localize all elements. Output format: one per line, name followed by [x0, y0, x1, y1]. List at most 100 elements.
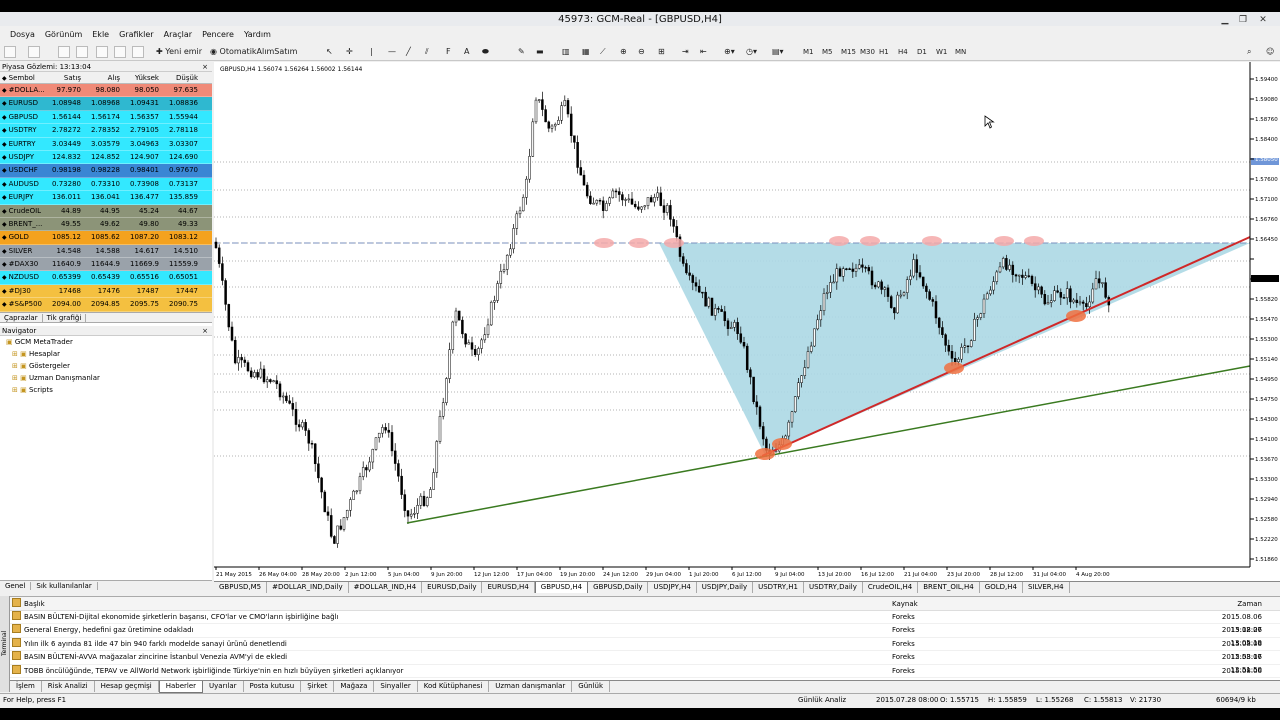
- terminal-tab-2[interactable]: Hesap geçmişi: [95, 681, 159, 692]
- timeframe-h4[interactable]: H4: [898, 46, 908, 58]
- menu-5[interactable]: Pencere: [202, 28, 234, 42]
- maximize-button[interactable]: ❐: [1236, 15, 1250, 25]
- zoom-in-icon[interactable]: ⊕: [620, 45, 627, 59]
- profiles-icon[interactable]: [28, 46, 40, 58]
- minimize-button[interactable]: ▁: [1218, 15, 1232, 25]
- chart-tab-9[interactable]: USDTRY,H1: [753, 582, 804, 593]
- news-col-2[interactable]: Zaman: [1192, 597, 1262, 610]
- templates-icon[interactable]: ▤▾: [772, 45, 784, 59]
- terminal-tab-7[interactable]: Mağaza: [334, 681, 375, 692]
- terminal-tab-11[interactable]: Günlük: [572, 681, 611, 692]
- news-col-1[interactable]: Kaynak: [892, 597, 1192, 610]
- mw-col-3[interactable]: Yüksek: [122, 72, 161, 83]
- market-watch-row[interactable]: SILVER 14.548 14.588 14.617 14.510: [0, 244, 212, 259]
- data-window-icon[interactable]: [76, 46, 88, 58]
- chart-tab-8[interactable]: USDJPY,Daily: [697, 582, 754, 593]
- tile-windows-icon[interactable]: ⊞: [658, 45, 665, 59]
- news-row[interactable]: TOBB öncülüğünde, TEPAV ve AllWorld Netw…: [0, 665, 1280, 688]
- nav-tab-0[interactable]: Genel: [0, 582, 32, 590]
- chart-tab-13[interactable]: GOLD,H4: [980, 582, 1023, 593]
- menu-0[interactable]: Dosya: [10, 28, 35, 42]
- tester-icon[interactable]: [132, 46, 144, 58]
- timeframe-mn[interactable]: MN: [955, 46, 966, 58]
- channel-icon[interactable]: ⫽: [425, 45, 429, 59]
- timeframe-m1[interactable]: M1: [803, 46, 814, 58]
- autoscroll-icon[interactable]: ⇥: [682, 45, 689, 59]
- timeframe-d1[interactable]: D1: [917, 46, 927, 58]
- close-button[interactable]: ✕: [1256, 15, 1270, 25]
- trendline-icon[interactable]: ╱: [406, 45, 411, 59]
- chart-tab-11[interactable]: CrudeOIL,H4: [863, 582, 919, 593]
- chart-shift-icon[interactable]: ⇤: [700, 45, 707, 59]
- market-watch-row[interactable]: NZDUSD 0.65399 0.65439 0.65516 0.65051: [0, 271, 212, 285]
- mw-col-2[interactable]: Alış: [83, 72, 122, 83]
- nav-item-2[interactable]: ⊞ ▣ Göstergeler: [4, 360, 212, 372]
- nav-tab-1[interactable]: Sık kullanılanlar: [31, 582, 98, 590]
- news-col-0[interactable]: Başlık: [12, 597, 892, 610]
- mw-col-1[interactable]: Satış: [44, 72, 83, 83]
- chart-tab-5[interactable]: GBPUSD,H4: [534, 582, 589, 593]
- menu-2[interactable]: Ekle: [92, 28, 109, 42]
- market-watch-row[interactable]: #DAX30 11640.9 11644.9 11669.9 11559.9: [0, 258, 212, 272]
- terminal-icon[interactable]: [114, 46, 126, 58]
- indicators-icon[interactable]: ⊕▾: [724, 45, 735, 59]
- terminal-tab-9[interactable]: Kod Kütüphanesi: [418, 681, 490, 692]
- mw-col-4[interactable]: Düşük: [161, 72, 200, 83]
- chart-tab-1[interactable]: #DOLLAR_IND,Daily: [267, 582, 349, 593]
- mw-tab-0[interactable]: Çaprazlar: [0, 313, 43, 322]
- menu-1[interactable]: Görünüm: [45, 28, 82, 42]
- chart-tab-12[interactable]: BRENT_OIL,H4: [918, 582, 980, 593]
- horizontal-line-icon[interactable]: —: [388, 45, 396, 59]
- market-watch-row[interactable]: EURTRY 3.03449 3.03579 3.04963 3.03307: [0, 137, 212, 151]
- market-watch-row[interactable]: GBPUSD 1.56144 1.56174 1.56357 1.55944: [0, 110, 212, 125]
- market-watch-row[interactable]: EURUSD 1.08948 1.08968 1.09431 1.08836: [0, 97, 212, 111]
- pencil-icon[interactable]: ✎: [518, 45, 525, 59]
- timeframe-m30[interactable]: M30: [860, 46, 875, 58]
- market-watch-row[interactable]: USDCHF 0.98198 0.98228 0.98401 0.97670: [0, 164, 212, 178]
- terminal-tab-10[interactable]: Uzman danışmanlar: [489, 681, 573, 692]
- market-watch-row[interactable]: USDTRY 2.78272 2.78352 2.79105 2.78118: [0, 124, 212, 138]
- mw-tab-1[interactable]: Tik grafiği: [42, 313, 87, 322]
- market-watch-row[interactable]: #S&P500 2094.00 2094.85 2095.75 2090.75: [0, 298, 212, 312]
- fibonacci-icon[interactable]: F: [446, 45, 451, 59]
- candle-chart-icon[interactable]: ▦: [582, 45, 590, 59]
- crosshair-icon[interactable]: ✛: [346, 45, 353, 59]
- close-icon[interactable]: ×: [202, 326, 208, 336]
- chart-window[interactable]: GBPUSD,H4 1.56074 1.56264 1.56002 1.5614…: [214, 62, 1280, 582]
- chart-tab-7[interactable]: USDJPY,H4: [648, 582, 697, 593]
- terminal-tab-4[interactable]: Uyarılar: [203, 681, 244, 692]
- news-row[interactable]: Yılın ilk 6 ayında 81 ilde 47 bin 940 fa…: [0, 638, 1280, 661]
- mw-col-0[interactable]: Sembol: [0, 72, 44, 83]
- timeframe-m15[interactable]: M15: [841, 46, 856, 58]
- market-watch-row[interactable]: BRENT_... 49.55 49.62 49.80 49.33: [0, 217, 212, 232]
- market-watch-row[interactable]: USDJPY 124.832 124.852 124.907 124.690: [0, 150, 212, 165]
- news-row[interactable]: BASIN BÜLTENİ-Dijital ekonomide şirketle…: [0, 611, 1280, 634]
- price-chart[interactable]: GBPUSD,H4 1.56074 1.56264 1.56002 1.5614…: [214, 62, 1280, 582]
- rectangle-icon[interactable]: ▬: [536, 45, 544, 59]
- nav-item-1[interactable]: ⊞ ▣ Hesaplar: [4, 348, 212, 360]
- terminal-tab-8[interactable]: Sinyaller: [374, 681, 418, 692]
- chart-tab-4[interactable]: EURUSD,H4: [482, 582, 535, 593]
- search-icon[interactable]: ⌕: [1247, 45, 1251, 59]
- auto-trading-button[interactable]: ◉ OtomatikAlımSatım: [210, 45, 297, 59]
- bar-chart-icon[interactable]: ▥: [562, 45, 570, 59]
- menu-3[interactable]: Grafikler: [119, 28, 154, 42]
- navigator-icon[interactable]: [96, 46, 108, 58]
- chart-tab-6[interactable]: GBPUSD,Daily: [588, 582, 649, 593]
- new-order-button[interactable]: ✚ Yeni emir: [156, 45, 202, 59]
- news-row[interactable]: BASIN BÜLTENİ-AVVA mağazalar zincirine İ…: [0, 651, 1280, 674]
- news-row[interactable]: General Energy, hedefini gaz üretimine o…: [0, 624, 1280, 647]
- zoom-out-icon[interactable]: ⊖: [638, 45, 645, 59]
- ellipse-icon[interactable]: ⬬: [482, 45, 489, 59]
- menu-4[interactable]: Araçlar: [164, 28, 192, 42]
- terminal-tab-0[interactable]: İşlem: [10, 681, 42, 692]
- nav-item-3[interactable]: ⊞ ▣ Uzman Danışmanlar: [4, 372, 212, 384]
- vertical-line-icon[interactable]: |: [370, 45, 373, 59]
- market-watch-row[interactable]: #DJ30 17468 17476 17487 17447: [0, 284, 212, 299]
- periods-icon[interactable]: ◷▾: [746, 45, 757, 59]
- nav-item-4[interactable]: ⊞ ▣ Scripts: [4, 384, 212, 396]
- chart-tab-14[interactable]: SILVER,H4: [1023, 582, 1070, 593]
- text-icon[interactable]: A: [464, 45, 469, 59]
- close-icon[interactable]: ×: [202, 62, 208, 72]
- market-watch-row[interactable]: EURJPY 136.011 136.041 136.477 135.859: [0, 191, 212, 205]
